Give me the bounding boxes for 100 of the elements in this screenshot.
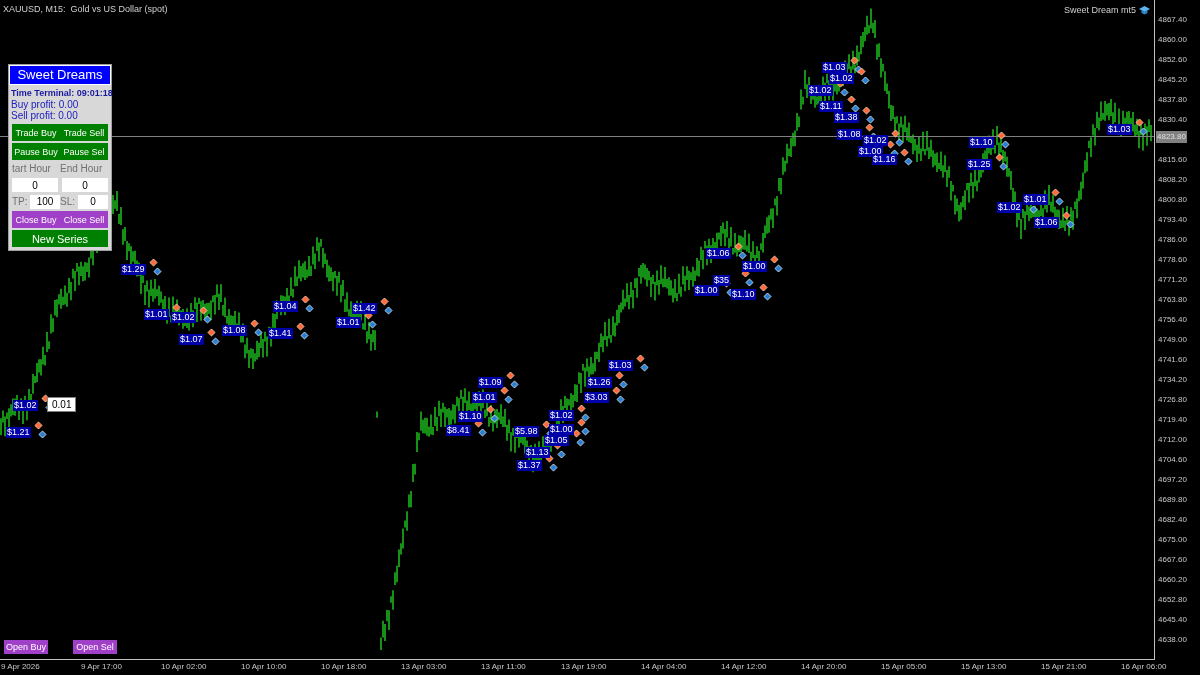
profit-label: $1.02 <box>863 135 888 146</box>
value-input[interactable]: 0 <box>78 194 108 209</box>
profit-label: $1.01 <box>472 392 497 403</box>
profit-label: $1.05 <box>544 435 569 446</box>
time-tick: 15 Apr 05:00 <box>880 661 928 673</box>
profit-label: $1.11 <box>819 101 843 112</box>
profit-label: $1.26 <box>587 377 612 388</box>
price-tick: 4667.60 <box>1157 554 1188 566</box>
price-tick: 4682.40 <box>1157 514 1188 526</box>
hour-input[interactable]: 0 <box>12 178 58 192</box>
profit-label: $1.07 <box>179 334 204 345</box>
time-tick: 13 Apr 19:00 <box>560 661 608 673</box>
profit-label: $1.10 <box>731 289 756 300</box>
profit-label: $1.13 <box>525 447 550 458</box>
close-button[interactable]: Close Sell <box>60 211 108 228</box>
profit-label: $1.08 <box>837 129 862 140</box>
profit-label: $1.03 <box>822 62 847 73</box>
expert-name: Sweet Dream mt5 <box>1063 4 1136 17</box>
price-tick: 4712.00 <box>1157 434 1188 446</box>
profit-label: $1.38 <box>834 112 859 123</box>
time-tick: 10 Apr 10:00 <box>240 661 288 673</box>
profit-label: $1.37 <box>517 460 542 471</box>
profit-label: $1.08 <box>222 325 247 336</box>
time-tick: 10 Apr 18:00 <box>320 661 368 673</box>
profit-label: $1.04 <box>273 301 298 312</box>
hour-input[interactable]: 0 <box>62 178 108 192</box>
trade-button[interactable]: Trade Sell <box>60 124 108 141</box>
field-label: SL: <box>60 195 75 209</box>
price-tick: 4845.20 <box>1157 74 1188 86</box>
profit-label: $1.03 <box>1107 124 1132 135</box>
profit-label: $3.03 <box>584 392 609 403</box>
time-tick: 14 Apr 12:00 <box>720 661 768 673</box>
value-input[interactable]: 100 <box>30 194 60 209</box>
price-tick: 4652.80 <box>1157 594 1188 606</box>
new-series-button[interactable]: New Series <box>12 230 108 247</box>
price-tick: 4704.60 <box>1157 454 1188 466</box>
price-tick: 4837.80 <box>1157 94 1188 106</box>
time-tick: 13 Apr 03:00 <box>400 661 448 673</box>
profit-label: $1.41 <box>268 328 293 339</box>
buy-profit-text: Buy profit: 0.00 <box>11 99 80 110</box>
profit-label: $35 <box>713 275 731 286</box>
profit-label: $1.00 <box>742 261 767 272</box>
price-tick: 4808.20 <box>1157 174 1188 186</box>
field-label: TP: <box>12 195 28 209</box>
profit-label: $1.10 <box>458 411 483 422</box>
profit-label: $1.06 <box>1034 217 1059 228</box>
time-tick: 10 Apr 02:00 <box>160 661 208 673</box>
lot-size-label: 0.01 <box>47 397 77 412</box>
price-tick: 4763.80 <box>1157 294 1188 306</box>
price-tick: 4830.40 <box>1157 114 1188 126</box>
profit-label: $1.42 <box>352 303 377 314</box>
profit-label: $1.02 <box>549 410 574 421</box>
time-tick: 15 Apr 21:00 <box>1040 661 1088 673</box>
profit-label: $1.21 <box>6 427 31 438</box>
price-tick: 4771.20 <box>1157 274 1188 286</box>
trade-button[interactable]: Trade Buy <box>12 124 60 141</box>
pause-button[interactable]: Pause Sel <box>60 143 108 160</box>
profit-label: $1.03 <box>608 360 633 371</box>
price-tick: 4756.40 <box>1157 314 1188 326</box>
profit-label: $1.02 <box>808 85 833 96</box>
symbol-title: XAUUSD, M15: Gold vs US Dollar (spot) <box>3 3 168 16</box>
price-tick: 4800.80 <box>1157 194 1188 206</box>
profit-label: $1.00 <box>549 424 574 435</box>
profit-label: $1.10 <box>969 137 994 148</box>
sell-profit-text: Sell profit: 0.00 <box>11 110 79 121</box>
profit-label: $1.02 <box>171 312 196 323</box>
price-tick: 4860.00 <box>1157 34 1188 46</box>
time-tick: 14 Apr 04:00 <box>640 661 688 673</box>
time-tick: 9 Apr 17:00 <box>80 661 123 673</box>
profit-label: $1.29 <box>121 264 146 275</box>
profit-label: $1.01 <box>336 317 361 328</box>
profit-label: $1.00 <box>694 285 719 296</box>
time-tick: 15 Apr 13:00 <box>960 661 1008 673</box>
close-button[interactable]: Close Buy <box>12 211 60 228</box>
time-tick: 9 Apr 2026 <box>0 661 41 673</box>
time-tick: 14 Apr 20:00 <box>800 661 848 673</box>
price-tick: 4815.60 <box>1157 154 1188 166</box>
graduation-cap-icon <box>1139 6 1150 16</box>
pause-button[interactable]: Pause Buy <box>12 143 60 160</box>
hour-label: tart Hour <box>12 162 52 176</box>
open-trade-button[interactable]: Open Sel <box>73 640 117 654</box>
profit-label: $1.01 <box>1023 194 1048 205</box>
price-tick: 4726.80 <box>1157 394 1188 406</box>
price-tick: 4852.60 <box>1157 54 1188 66</box>
price-tick: 4867.40 <box>1157 14 1188 26</box>
profit-label: $5.98 <box>514 426 539 437</box>
price-tick: 4793.40 <box>1157 214 1188 226</box>
profit-label: $1.16 <box>872 154 897 165</box>
price-tick: 4645.40 <box>1157 614 1188 626</box>
profit-label: $1.06 <box>706 248 731 259</box>
price-tick: 4638.00 <box>1157 634 1188 646</box>
profit-label: $8.41 <box>446 425 471 436</box>
profit-label: $1.02 <box>13 400 38 411</box>
open-trade-button[interactable]: Open Buy <box>4 640 48 654</box>
price-tick: 4734.20 <box>1157 374 1188 386</box>
profit-label: $1.02 <box>829 73 854 84</box>
time-tick: 13 Apr 11:00 <box>480 661 527 673</box>
price-tick: 4697.20 <box>1157 474 1188 486</box>
profit-label: $1.09 <box>478 377 503 388</box>
panel-title: Sweet Dreams <box>9 65 111 85</box>
